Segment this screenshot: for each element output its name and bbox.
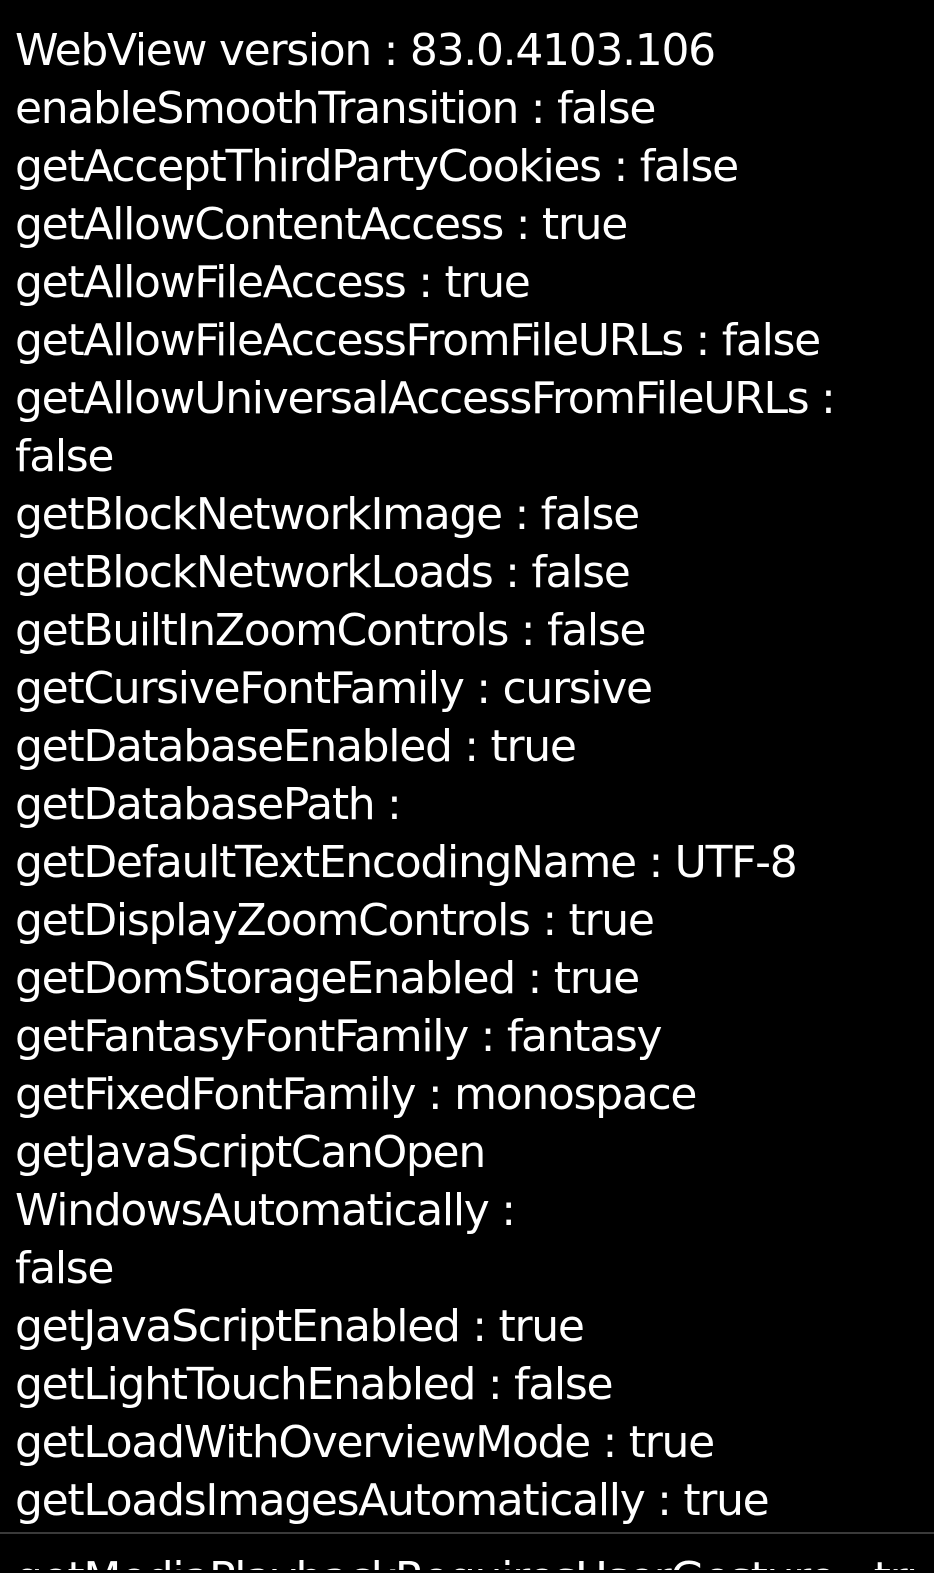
webview-settings-screen: WebView version : 83.0.4103.106 enableSm… [0, 0, 934, 1573]
setting-line-allow-content-access: getAllowContentAccess : true [15, 199, 628, 250]
setting-line-allow-file-access: getAllowFileAccess : true [15, 257, 531, 308]
setting-line-cursive-font-family: getCursiveFontFamily : cursive [15, 663, 653, 714]
setting-line-enable-smooth-transition: enableSmoothTransition : false [15, 83, 656, 134]
setting-line-block-network-image: getBlockNetworkImage : false [15, 489, 640, 540]
setting-line-database-enabled: getDatabaseEnabled : true [15, 721, 577, 772]
setting-line-database-path: getDatabasePath : [15, 779, 402, 830]
setting-line-block-network-loads: getBlockNetworkLoads : false [15, 547, 631, 598]
setting-line-webview-version: WebView version : 83.0.4103.106 [15, 25, 716, 76]
setting-line-windows-automatically: WindowsAutomatically : [15, 1185, 516, 1236]
setting-line-javascript-enabled: getJavaScriptEnabled : true [15, 1301, 585, 1352]
setting-line-loads-images-automatically: getLoadsImagesAutomatically : true [15, 1475, 770, 1526]
setting-line-fixed-font-family: getFixedFontFamily : monospace [15, 1069, 697, 1120]
setting-line-allow-universal-access-value: false [15, 431, 114, 482]
setting-line-light-touch-enabled: getLightTouchEnabled : false [15, 1359, 614, 1410]
setting-line-fantasy-font-family: getFantasyFontFamily : fantasy [15, 1011, 663, 1062]
setting-line-default-text-encoding-name: getDefaultTextEncodingName : UTF-8 [15, 837, 798, 888]
setting-line-load-with-overview-mode: getLoadWithOverviewMode : true [15, 1417, 715, 1468]
setting-line-partially-visible: getMediaPlaybackRequiresUserGesture : tr… [15, 1530, 920, 1570]
setting-line-accept-third-party-cookies: getAcceptThirdPartyCookies : false [15, 141, 739, 192]
settings-list[interactable]: WebView version : 83.0.4103.106 enableSm… [15, 22, 920, 1530]
setting-line-allow-file-access-from-file-urls: getAllowFileAccessFromFileURLs : false [15, 315, 821, 366]
setting-line-dom-storage-enabled: getDomStorageEnabled : true [15, 953, 640, 1004]
setting-line-javascript-can-open: getJavaScriptCanOpen [15, 1127, 486, 1178]
partial-line-text: getMediaPlaybackRequiresUserGesture : tr… [15, 1550, 920, 1570]
setting-line-javascript-can-open-value: false [15, 1243, 114, 1294]
bottom-divider [0, 1532, 934, 1534]
setting-line-built-in-zoom-controls: getBuiltInZoomControls : false [15, 605, 646, 656]
setting-line-display-zoom-controls: getDisplayZoomControls : true [15, 895, 655, 946]
setting-line-allow-universal-access-from-file-urls: getAllowUniversalAccessFromFileURLs : [15, 373, 836, 424]
